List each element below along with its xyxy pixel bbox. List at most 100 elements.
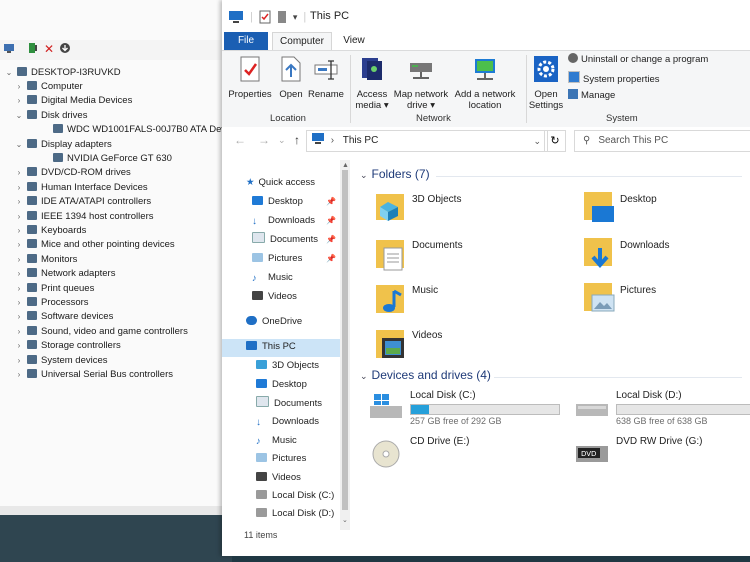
nav-pc-videos[interactable]: Videos: [256, 470, 301, 486]
pin-icon[interactable]: 📌: [326, 232, 336, 248]
search-input[interactable]: ⚲ Search This PC: [574, 130, 750, 152]
pin-icon[interactable]: 📌: [326, 251, 336, 267]
chevron-right-icon[interactable]: ›: [14, 94, 24, 108]
device-tree-item[interactable]: NVIDIA GeForce GT 630: [40, 152, 172, 166]
device-tree-item[interactable]: › Keyboards: [14, 224, 86, 238]
device-tree-item[interactable]: › IEEE 1394 host controllers: [14, 210, 153, 224]
device-tree-item[interactable]: ⌄ Disk drives: [14, 109, 87, 123]
chevron-right-icon[interactable]: ›: [14, 238, 24, 252]
chevron-right-icon[interactable]: ›: [14, 181, 24, 195]
device-tree-item[interactable]: › Processors: [14, 296, 89, 310]
manage-button[interactable]: Manage: [568, 89, 615, 101]
map-network-drive-button[interactable]: Map network drive ▾: [390, 55, 452, 111]
breadcrumb-chevron-icon[interactable]: ›: [331, 135, 334, 146]
new-folder-icon[interactable]: [277, 10, 287, 24]
nav-desktop[interactable]: Desktop 📌: [252, 194, 338, 210]
monitor-icon[interactable]: [2, 42, 16, 56]
title-bar[interactable]: | ▾ | This PC: [222, 0, 750, 32]
nav-pc-desktop[interactable]: Desktop: [256, 377, 307, 393]
device-tree-item[interactable]: › Human Interface Devices: [14, 181, 148, 195]
tab-file[interactable]: File: [224, 32, 268, 50]
nav-pc-pictures[interactable]: Pictures: [256, 451, 306, 467]
chevron-right-icon[interactable]: ›: [14, 195, 24, 209]
up-arrow-icon[interactable]: ↑: [294, 133, 300, 147]
tab-view[interactable]: View: [334, 32, 374, 50]
folder-desktop[interactable]: Desktop: [582, 190, 742, 236]
drive-e[interactable]: CD Drive (E:): [368, 436, 568, 482]
open-settings-button[interactable]: Open Settings: [528, 55, 564, 111]
nav-scrollbar-thumb[interactable]: [342, 170, 348, 510]
properties-icon[interactable]: [259, 10, 271, 24]
devices-section-header[interactable]: ⌄ Devices and drives (4): [360, 368, 491, 382]
access-media-button[interactable]: Access media ▾: [354, 55, 390, 111]
chevron-right-icon[interactable]: ›: [14, 282, 24, 296]
nav-quick-access[interactable]: ★ Quick access: [246, 175, 315, 191]
nav-pc-downloads[interactable]: ↓ Downloads: [256, 414, 319, 430]
scroll-down-icon[interactable]: ⌄: [342, 516, 348, 524]
device-tree-item[interactable]: › Storage controllers: [14, 339, 121, 353]
nav-documents[interactable]: Documents 📌: [252, 232, 338, 248]
folder-documents[interactable]: Documents: [374, 236, 554, 282]
chevron-right-icon[interactable]: ›: [14, 224, 24, 238]
nav-videos[interactable]: Videos: [252, 289, 297, 305]
device-tree-item[interactable]: › Mice and other pointing devices: [14, 238, 175, 252]
chevron-right-icon[interactable]: ›: [14, 267, 24, 281]
drive-c[interactable]: Local Disk (C:) 257 GB free of 292 GB: [368, 390, 568, 436]
device-tree-item[interactable]: › IDE ATA/ATAPI controllers: [14, 195, 151, 209]
chevron-right-icon[interactable]: ›: [14, 368, 24, 382]
chevron-right-icon[interactable]: ›: [14, 354, 24, 368]
chevron-right-icon[interactable]: ›: [14, 210, 24, 224]
tab-computer[interactable]: Computer: [272, 32, 332, 51]
open-button[interactable]: Open: [276, 55, 306, 100]
chevron-right-icon[interactable]: ›: [14, 253, 24, 267]
folder-3d-objects[interactable]: 3D Objects: [374, 190, 554, 236]
device-tree-item[interactable]: WDC WD1001FALS-00J7B0 ATA Device: [40, 123, 238, 137]
chevron-right-icon[interactable]: ›: [14, 296, 24, 310]
recent-locations-chevron-icon[interactable]: ⌄: [278, 135, 286, 146]
scroll-up-icon[interactable]: ▲: [342, 162, 349, 169]
device-tree-item[interactable]: › DVD/CD-ROM drives: [14, 166, 131, 180]
device-tree-item[interactable]: › Universal Serial Bus controllers: [14, 368, 173, 382]
add-network-location-button[interactable]: Add a network location: [452, 55, 518, 111]
chevron-down-icon[interactable]: ⌄: [360, 170, 368, 180]
uninstall-program-button[interactable]: Uninstall or change a program: [568, 53, 708, 65]
customize-dropdown-icon[interactable]: ▾: [293, 12, 298, 23]
back-arrow-icon[interactable]: ←: [234, 133, 246, 147]
chevron-right-icon[interactable]: ›: [14, 325, 24, 339]
device-tree-item[interactable]: › Software devices: [14, 310, 113, 324]
folder-music[interactable]: Music: [374, 281, 554, 327]
device-tree-item[interactable]: › System devices: [14, 354, 108, 368]
folder-downloads[interactable]: Downloads: [582, 236, 742, 282]
chevron-down-icon[interactable]: ⌄: [4, 66, 14, 80]
nav-this-pc[interactable]: This PC: [246, 339, 296, 355]
device-tree-item[interactable]: ⌄ Display adapters: [14, 138, 112, 152]
drive-d[interactable]: Local Disk (D:) 638 GB free of 638 GB: [574, 390, 750, 436]
uninstall-device-icon[interactable]: ✕: [42, 42, 56, 56]
pin-icon[interactable]: 📌: [326, 194, 336, 210]
device-tree-item[interactable]: › Network adapters: [14, 267, 115, 281]
nav-local-disk-d[interactable]: Local Disk (D:): [256, 506, 334, 522]
device-tree-item[interactable]: › Digital Media Devices: [14, 94, 132, 108]
nav-onedrive[interactable]: OneDrive: [246, 314, 302, 330]
update-driver-icon[interactable]: [26, 42, 40, 56]
rename-button[interactable]: Rename: [308, 55, 344, 100]
chevron-down-icon[interactable]: ⌄: [360, 371, 368, 381]
nav-pictures[interactable]: Pictures 📌: [252, 251, 338, 267]
chevron-right-icon[interactable]: ›: [14, 310, 24, 324]
folders-section-header[interactable]: ⌄ Folders (7): [360, 167, 430, 181]
chevron-right-icon[interactable]: ›: [14, 80, 24, 94]
nav-local-disk-c[interactable]: Local Disk (C:): [256, 488, 334, 504]
nav-pc-documents[interactable]: Documents: [256, 396, 322, 412]
nav-music[interactable]: ♪ Music: [252, 270, 293, 286]
folder-pictures[interactable]: Pictures: [582, 281, 742, 327]
chevron-down-icon[interactable]: ⌄: [14, 138, 24, 152]
drive-g[interactable]: DVD DVD RW Drive (G:): [574, 436, 750, 482]
nav-pc-music[interactable]: ♪ Music: [256, 433, 297, 449]
folder-videos[interactable]: Videos: [374, 326, 554, 372]
nav-downloads[interactable]: ↓ Downloads 📌: [252, 213, 338, 229]
forward-arrow-icon[interactable]: →: [258, 133, 270, 147]
chevron-down-icon[interactable]: ⌄: [14, 109, 24, 123]
properties-button[interactable]: Properties: [228, 55, 272, 100]
system-properties-button[interactable]: System properties: [568, 71, 660, 85]
device-tree-item[interactable]: › Sound, video and game controllers: [14, 325, 188, 339]
